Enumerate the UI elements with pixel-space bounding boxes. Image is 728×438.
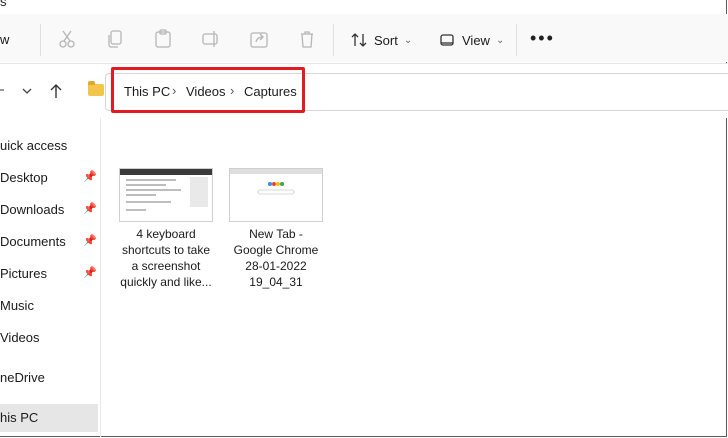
file-name-line: a screenshot bbox=[131, 259, 201, 273]
sidebar-item-label: neDrive bbox=[0, 370, 45, 385]
pin-icon: 📌 bbox=[83, 203, 97, 215]
highlight-box bbox=[111, 67, 305, 113]
sidebar-item-quick-access[interactable]: uick access bbox=[0, 132, 98, 160]
chevron-down-icon: ⌄ bbox=[403, 34, 413, 46]
sidebar-item-videos[interactable]: Videos bbox=[0, 324, 98, 352]
paste-icon[interactable] bbox=[152, 28, 174, 50]
sidebar-item-label: Documents bbox=[0, 234, 66, 249]
sidebar-item-label: Videos bbox=[0, 330, 40, 345]
navigation-pane: uick access Desktop 📌 Downloads 📌 Docume… bbox=[0, 118, 101, 438]
file-item[interactable]: 4 keyboard shortcuts to take a screensho… bbox=[116, 168, 216, 290]
sidebar-item-desktop[interactable]: Desktop 📌 bbox=[0, 164, 98, 192]
file-name-line: 19_04_31 bbox=[249, 275, 303, 289]
up-arrow-icon[interactable] bbox=[49, 83, 63, 99]
share-icon[interactable] bbox=[248, 28, 270, 50]
sort-label: Sort bbox=[374, 32, 398, 48]
window-title: s bbox=[0, 0, 7, 9]
view-button[interactable]: View ⌄ bbox=[438, 26, 504, 54]
sidebar-item-pictures[interactable]: Pictures 📌 bbox=[0, 260, 98, 288]
file-thumbnail bbox=[119, 168, 213, 222]
sidebar-item-label: Pictures bbox=[0, 266, 47, 281]
sidebar-item-downloads[interactable]: Downloads 📌 bbox=[0, 196, 98, 224]
pin-icon: 📌 bbox=[83, 171, 97, 183]
delete-icon[interactable] bbox=[296, 28, 318, 50]
view-label: View bbox=[462, 32, 490, 48]
toolbar-separator bbox=[40, 24, 41, 56]
toolbar-separator bbox=[516, 24, 517, 56]
forward-arrow-icon[interactable] bbox=[0, 86, 6, 94]
chevron-down-icon: ⌄ bbox=[495, 34, 505, 46]
google-logo-icon bbox=[257, 182, 295, 195]
more-options-button[interactable]: ••• bbox=[530, 28, 555, 49]
new-button-label[interactable]: w bbox=[0, 32, 9, 47]
sidebar-item-label: Music bbox=[0, 298, 34, 313]
file-name-line: 28-01-2022 bbox=[245, 259, 307, 273]
command-bar: w Sort ⌄ View ⌄ ••• bbox=[0, 14, 728, 62]
file-name-line: Google Chrome bbox=[233, 243, 319, 257]
sidebar-item-label: his PC bbox=[0, 410, 39, 425]
cut-icon[interactable] bbox=[56, 28, 78, 50]
pin-icon: 📌 bbox=[83, 267, 97, 279]
copy-icon[interactable] bbox=[104, 28, 126, 50]
file-name-line: New Tab - bbox=[249, 227, 303, 241]
sidebar-item-this-pc[interactable]: his PC bbox=[0, 404, 98, 432]
sidebar-item-label: Downloads bbox=[0, 202, 65, 217]
file-name-line: quickly and like... bbox=[120, 275, 212, 289]
file-item[interactable]: New Tab - Google Chrome 28-01-2022 19_04… bbox=[226, 168, 326, 290]
folder-icon bbox=[88, 81, 104, 96]
recent-locations-chevron-icon[interactable] bbox=[22, 87, 32, 95]
view-icon bbox=[440, 34, 454, 46]
sidebar-item-label: Desktop bbox=[0, 170, 48, 185]
sidebar-item-music[interactable]: Music bbox=[0, 292, 98, 320]
sidebar-item-label: uick access bbox=[0, 138, 68, 153]
sidebar-item-documents[interactable]: Documents 📌 bbox=[0, 228, 98, 256]
file-name-line: shortcuts to take bbox=[121, 243, 211, 257]
sidebar-item-onedrive[interactable]: neDrive bbox=[0, 364, 98, 392]
file-thumbnail bbox=[229, 168, 323, 222]
pin-icon: 📌 bbox=[83, 235, 97, 247]
sort-icon bbox=[351, 33, 367, 47]
rename-icon[interactable] bbox=[200, 28, 222, 50]
toolbar-separator bbox=[333, 24, 334, 56]
sort-button[interactable]: Sort ⌄ bbox=[350, 26, 412, 54]
file-name-line: 4 keyboard bbox=[136, 227, 196, 241]
